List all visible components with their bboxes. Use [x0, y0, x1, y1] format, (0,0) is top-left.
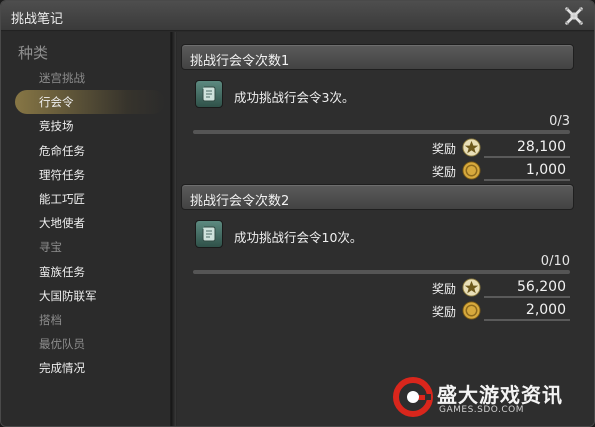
- reward-value: 56,200: [517, 279, 566, 295]
- challenge-title: 挑战行会令次数1: [190, 54, 290, 69]
- category-list: 迷宫挑战 行会令 竞技场 危命任务 理符任务 能工巧匠 大地使者 寻宝 蛮族任务…: [1, 66, 171, 380]
- challenge-header: 挑战行会令次数2: [181, 184, 574, 210]
- reward-value: 2,000: [525, 302, 566, 318]
- watermark-url: GAMES.SDO.COM: [439, 405, 525, 415]
- gil-coin-icon: [462, 301, 481, 320]
- category-header: 种类: [18, 44, 49, 62]
- challenge-description: 成功挑战行会令3次。: [234, 90, 355, 105]
- sidebar-item-commendation[interactable]: 最优队员: [1, 332, 171, 356]
- category-sidebar: 种类 迷宫挑战 行会令 竞技场 危命任务 理符任务 能工巧匠 大地使者 寻宝 蛮…: [1, 32, 171, 426]
- challenge-log-window: 挑战笔记 种类 迷宫挑战 行会令 竞技场 危命任务 理符任务 能工巧匠 大地使者…: [0, 0, 595, 427]
- reward-value-field: 28,100: [484, 138, 570, 158]
- progress-bar: [193, 130, 570, 134]
- sidebar-item-treasure[interactable]: 寻宝: [1, 235, 171, 259]
- sidebar-item-fate[interactable]: 危命任务: [1, 139, 171, 163]
- sidebar-item-completion[interactable]: 完成情况: [1, 356, 171, 380]
- window-title: 挑战笔记: [11, 12, 64, 27]
- reward-label: 奖励: [432, 305, 457, 319]
- challenge-header: 挑战行会令次数1: [181, 44, 574, 70]
- sidebar-item-crafting[interactable]: 能工巧匠: [1, 187, 171, 211]
- reward-label: 奖励: [432, 142, 457, 156]
- progress-bar: [193, 270, 570, 274]
- challenge-entry: 挑战行会令次数2 成功挑战行会令10次。 0/10 奖励 56,200 奖励 2…: [177, 172, 594, 321]
- scroll-icon: [195, 80, 223, 108]
- panel-divider: [171, 32, 176, 426]
- reward-row: 奖励 56,200: [177, 277, 594, 299]
- challenge-entry: 挑战行会令次数1 成功挑战行会令3次。 0/3 奖励 28,100 奖励 1,0…: [177, 32, 594, 181]
- reward-value-field: 2,000: [484, 301, 570, 321]
- sidebar-item-dungeon[interactable]: 迷宫挑战: [1, 66, 171, 90]
- scroll-icon: [195, 220, 223, 248]
- sidebar-item-beast-tribe[interactable]: 蛮族任务: [1, 260, 171, 284]
- watermark: 盛大游戏资讯 GAMES.SDO.COM: [393, 375, 588, 421]
- progress-count: 0/10: [540, 254, 570, 269]
- sidebar-item-arena[interactable]: 竞技场: [1, 114, 171, 138]
- close-button[interactable]: [562, 5, 586, 27]
- reward-row: 奖励 28,100: [177, 137, 594, 159]
- close-icon: [565, 7, 583, 25]
- challenge-detail-panel: 挑战行会令次数1 成功挑战行会令3次。 0/3 奖励 28,100 奖励 1,0…: [177, 32, 594, 426]
- sidebar-item-gathering[interactable]: 大地使者: [1, 211, 171, 235]
- sidebar-item-guildhest[interactable]: 行会令: [15, 90, 165, 115]
- reward-value: 28,100: [517, 139, 566, 155]
- challenge-description: 成功挑战行会令10次。: [234, 230, 363, 245]
- sidebar-item-levequest[interactable]: 理符任务: [1, 163, 171, 187]
- sdo-logo-icon: [393, 377, 433, 417]
- challenge-title: 挑战行会令次数2: [190, 194, 290, 209]
- watermark-name: 盛大游戏资讯: [437, 383, 563, 407]
- reward-row: 奖励 2,000: [177, 300, 594, 322]
- seal-icon: [462, 278, 481, 297]
- progress-count: 0/3: [549, 114, 570, 129]
- reward-label: 奖励: [432, 282, 457, 296]
- sidebar-item-companion[interactable]: 搭档: [1, 308, 171, 332]
- sidebar-item-grand-company[interactable]: 大国防联军: [1, 284, 171, 308]
- reward-value-field: 56,200: [484, 278, 570, 298]
- seal-icon: [462, 138, 481, 157]
- title-bar[interactable]: 挑战笔记: [1, 1, 594, 31]
